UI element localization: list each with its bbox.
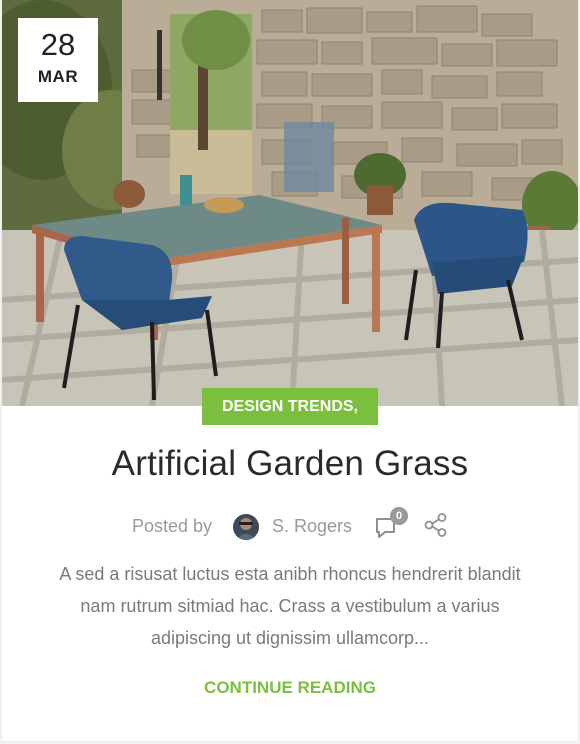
- comments-button[interactable]: 0: [374, 507, 408, 540]
- post-title[interactable]: Artificial Garden Grass: [2, 444, 578, 484]
- post-excerpt: A sed a risusat luctus esta anibh rhoncu…: [59, 564, 521, 648]
- author-avatar-image: [233, 514, 259, 540]
- share-button[interactable]: [423, 512, 449, 538]
- posted-by-label: Posted by: [132, 516, 213, 536]
- share-icon: [424, 513, 447, 537]
- blog-post-card: 28 MAR DESIGN TRENDS, Artificial Garden …: [2, 0, 578, 741]
- avatar[interactable]: [233, 514, 259, 540]
- continue-reading-link[interactable]: CONTINUE READING: [2, 678, 578, 698]
- post-featured-image[interactable]: 28 MAR: [2, 0, 578, 406]
- comment-count-badge: 0: [390, 507, 408, 525]
- category-tag[interactable]: DESIGN TRENDS,: [202, 388, 378, 425]
- author-link[interactable]: S. Rogers: [272, 516, 352, 537]
- date-badge: 28 MAR: [18, 18, 98, 102]
- post-meta: Posted by S. Rogers 0: [2, 507, 578, 544]
- date-month: MAR: [37, 67, 79, 86]
- date-day: 28: [40, 27, 76, 62]
